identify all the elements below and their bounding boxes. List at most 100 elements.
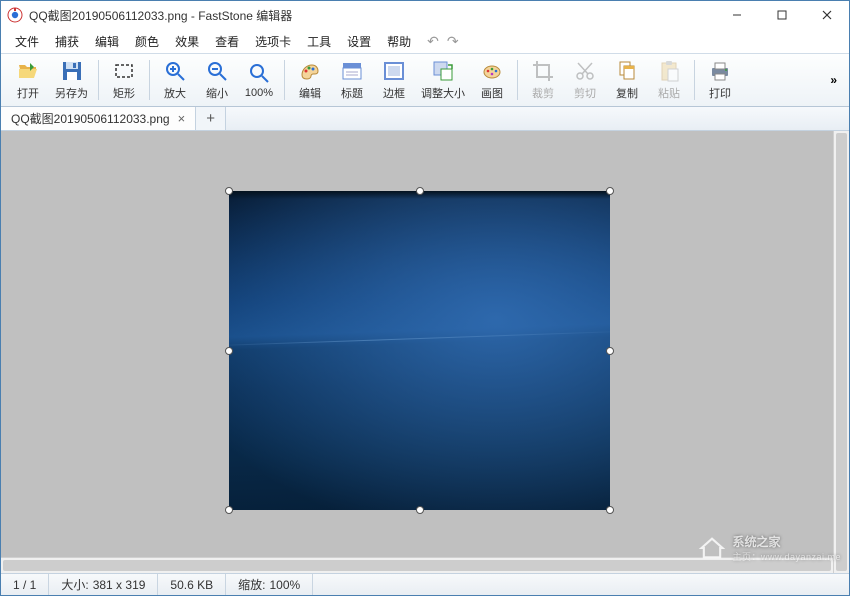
status-filesize: 50.6 KB [158,574,226,595]
draw-button[interactable]: 画图 [471,55,513,105]
marquee-icon [112,59,136,83]
toolbar-separator [694,60,695,100]
border-button[interactable]: 边框 [373,55,415,105]
scissors-icon [573,59,597,83]
edit-button[interactable]: 编辑 [289,55,331,105]
zoomout-button[interactable]: 缩小 [196,55,238,105]
resize-handle-e[interactable] [606,347,614,355]
copy-button[interactable]: 复制 [606,55,648,105]
resize-handle-nw[interactable] [225,187,233,195]
tab-label: QQ截图20190506112033.png [11,110,170,127]
scrollbar-thumb[interactable] [836,133,847,571]
toolbar-separator [98,60,99,100]
image-selection[interactable] [229,191,610,510]
cut-label: 剪切 [574,85,596,101]
zoom-100-icon [247,61,271,85]
status-page: 1 / 1 [1,574,49,595]
copy-icon [615,59,639,83]
new-tab-button[interactable]: + [196,107,226,130]
resize-handle-w[interactable] [225,347,233,355]
status-zoom: 缩放:100% [226,574,313,595]
menubar: 文件 捕获 编辑 颜色 效果 查看 选项卡 工具 设置 帮助 ↶ ↷ [1,29,849,53]
zoom-out-icon [205,59,229,83]
caption-button[interactable]: 标题 [331,55,373,105]
zoomout-label: 缩小 [206,85,228,101]
paste-icon [657,59,681,83]
border-icon [382,59,406,83]
toolbar-overflow-button[interactable]: » [824,67,843,93]
zoom100-button[interactable]: 100% [238,55,280,105]
rect-select-button[interactable]: 矩形 [103,55,145,105]
toolbar-separator [517,60,518,100]
canvas-area[interactable]: 系统之家 主页：www.dayanzai.me [1,131,849,573]
menu-file[interactable]: 文件 [7,30,47,53]
printer-icon [708,59,732,83]
menu-view[interactable]: 查看 [207,30,247,53]
crop-label: 裁剪 [532,85,554,101]
app-icon [7,7,23,23]
resize-button[interactable]: 调整大小 [415,55,471,105]
folder-open-icon [16,59,40,83]
menu-color[interactable]: 颜色 [127,30,167,53]
saveas-label: 另存为 [55,85,88,101]
titlebar: QQ截图20190506112033.png - FastStone 编辑器 [1,1,849,29]
border-label: 边框 [383,85,405,101]
minimize-button[interactable] [714,1,759,29]
menu-tools[interactable]: 工具 [299,30,339,53]
status-dimensions: 大小:381 x 319 [49,574,158,595]
cut-button[interactable]: 剪切 [564,55,606,105]
undo-icon[interactable]: ↶ [427,33,439,50]
horizontal-scrollbar[interactable] [1,557,833,573]
menu-edit[interactable]: 编辑 [87,30,127,53]
print-label: 打印 [709,85,731,101]
caption-label: 标题 [341,85,363,101]
edit-label: 编辑 [299,85,321,101]
menu-effect[interactable]: 效果 [167,30,207,53]
window-title: QQ截图20190506112033.png - FastStone 编辑器 [29,7,292,24]
zoom-in-icon [163,59,187,83]
crop-button[interactable]: 裁剪 [522,55,564,105]
toolbar: 打开 另存为 矩形 放大 缩小 100% 编辑 标题 边框 调整大小 画图 [1,53,849,107]
paste-button[interactable]: 粘贴 [648,55,690,105]
open-button[interactable]: 打开 [7,55,49,105]
draw-label: 画图 [481,85,503,101]
menu-settings[interactable]: 设置 [339,30,379,53]
toolbar-separator [149,60,150,100]
palette-edit-icon [298,59,322,83]
draw-icon [480,59,504,83]
resize-icon [431,59,455,83]
rect-label: 矩形 [113,85,135,101]
resize-handle-s[interactable] [416,506,424,514]
tabbar: QQ截图20190506112033.png × + [1,107,849,131]
crop-icon [531,59,555,83]
statusbar: 1 / 1 大小:381 x 319 50.6 KB 缩放:100% [1,573,849,595]
watermark-text: 系统之家 [732,535,780,549]
plus-icon: + [206,110,215,127]
resize-label: 调整大小 [421,85,465,101]
image-content [229,191,610,510]
resize-handle-se[interactable] [606,506,614,514]
caption-icon [340,59,364,83]
open-label: 打开 [17,85,39,101]
menu-capture[interactable]: 捕获 [47,30,87,53]
tab-close-icon[interactable]: × [178,111,186,126]
close-button[interactable] [804,1,849,29]
redo-icon[interactable]: ↷ [447,33,459,50]
zoomin-label: 放大 [164,85,186,101]
saveas-button[interactable]: 另存为 [49,55,94,105]
print-button[interactable]: 打印 [699,55,741,105]
zoom100-label: 100% [245,87,273,99]
toolbar-separator [284,60,285,100]
resize-handle-n[interactable] [416,187,424,195]
menu-tabs[interactable]: 选项卡 [247,30,299,53]
menu-help[interactable]: 帮助 [379,30,419,53]
zoomin-button[interactable]: 放大 [154,55,196,105]
maximize-button[interactable] [759,1,804,29]
resize-handle-sw[interactable] [225,506,233,514]
vertical-scrollbar[interactable] [833,131,849,573]
document-tab[interactable]: QQ截图20190506112033.png × [1,107,196,130]
scrollbar-thumb[interactable] [3,560,831,571]
copy-label: 复制 [616,85,638,101]
paste-label: 粘贴 [658,85,680,101]
resize-handle-ne[interactable] [606,187,614,195]
